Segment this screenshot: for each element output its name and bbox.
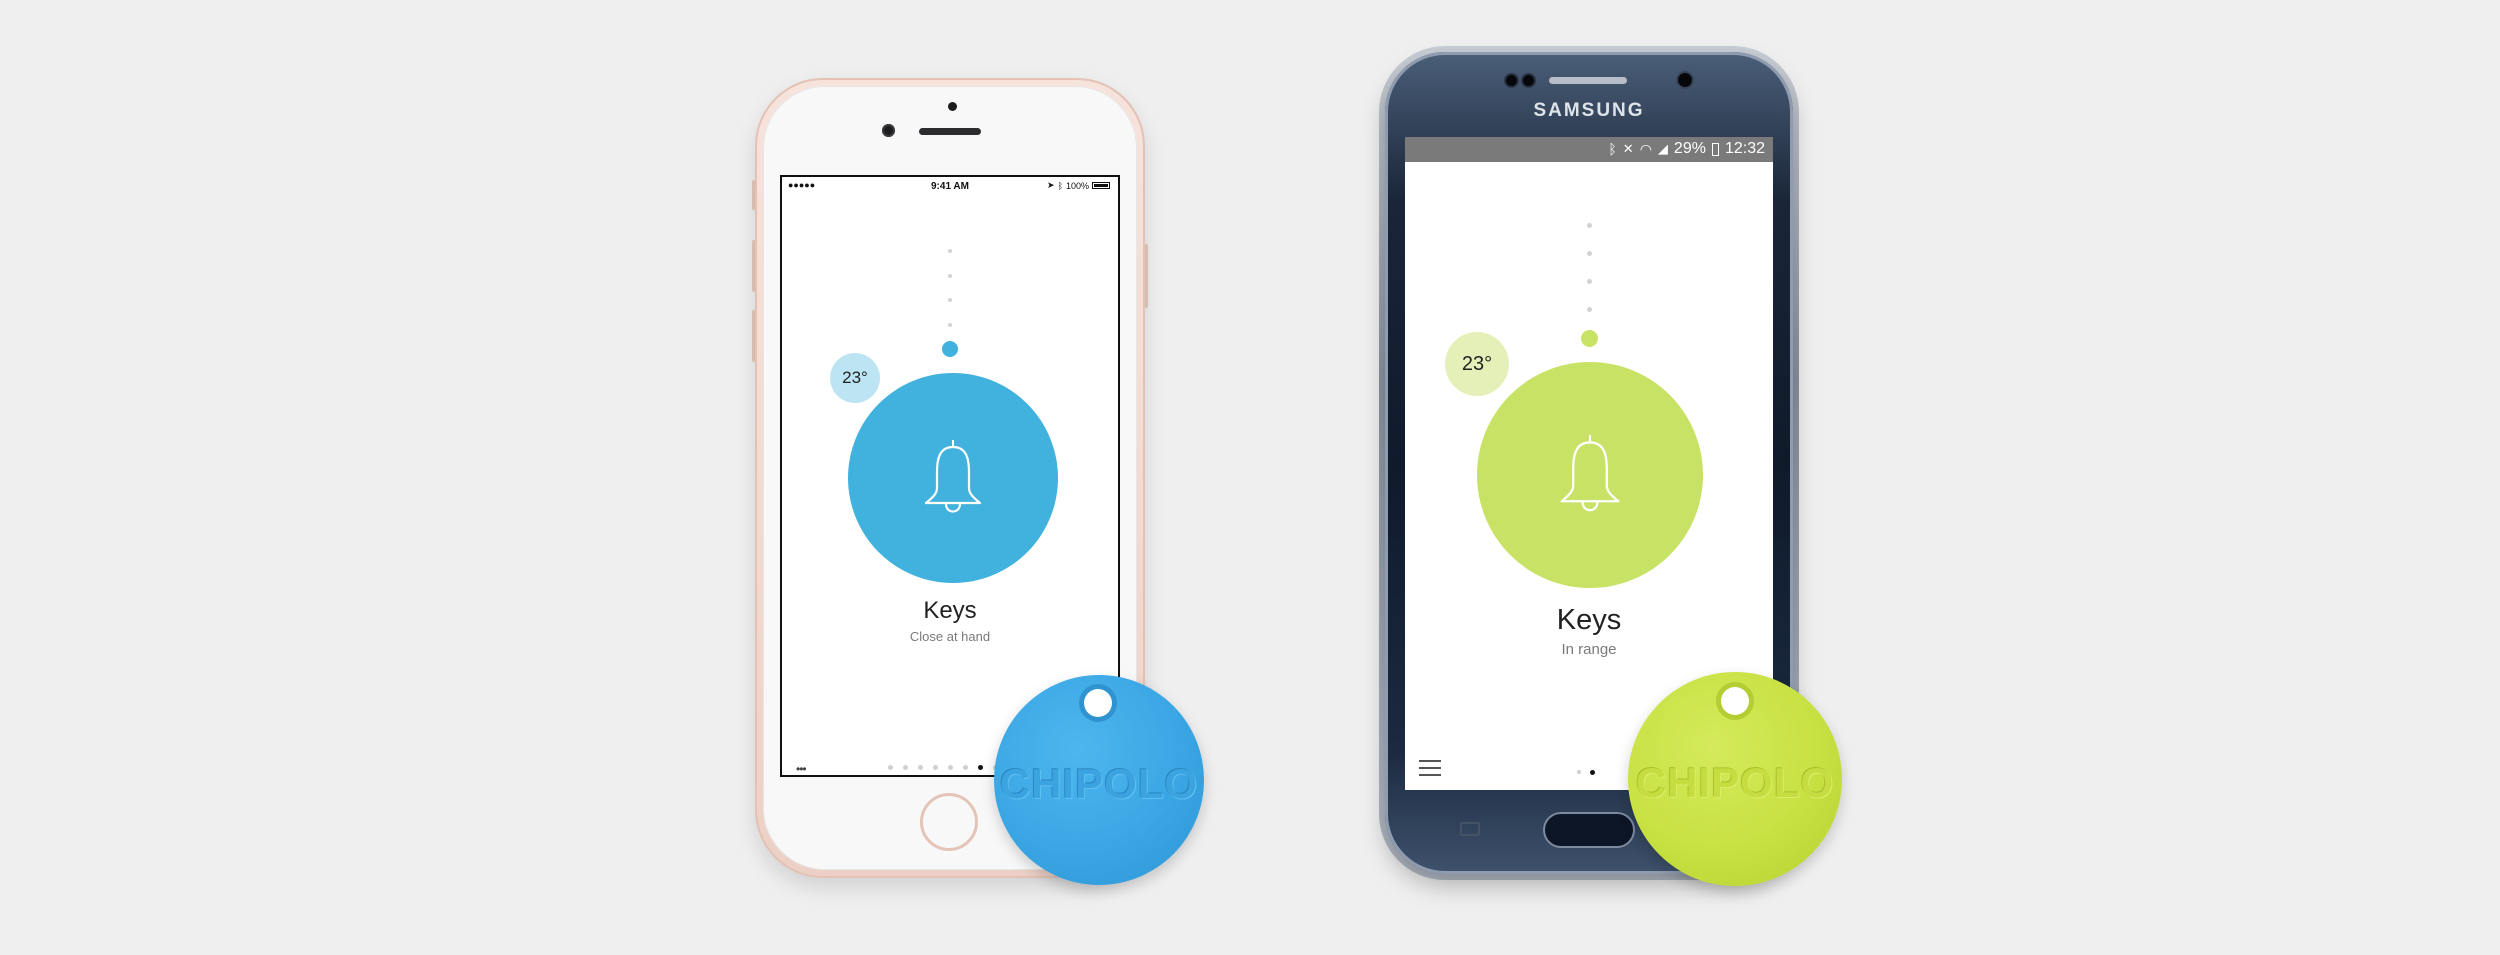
item-name: Keys: [923, 597, 977, 624]
wifi-icon: ◠: [1639, 140, 1652, 157]
iphone-proximity-sensor: [948, 102, 957, 111]
distance-indicator-dot: [1581, 330, 1598, 347]
samsung-front-camera: [1678, 73, 1692, 87]
bell-icon: [924, 440, 982, 513]
signal-icon: ◢: [1657, 141, 1668, 156]
distance-trail-dot: [1587, 307, 1592, 312]
temperature-label: 23°: [842, 368, 868, 387]
iphone-earpiece: [919, 128, 981, 135]
battery-icon: [1711, 142, 1719, 156]
distance-trail-dot: [948, 274, 952, 278]
ring-button[interactable]: [1477, 362, 1703, 588]
samsung-logo: SAMSUNG: [1533, 100, 1645, 121]
samsung-home-button[interactable]: [1543, 812, 1635, 848]
item-name: Keys: [1556, 604, 1622, 636]
temperature-bubble: 23°: [830, 353, 880, 403]
page-dot[interactable]: [903, 765, 908, 770]
samsung-sensor: [1506, 75, 1517, 86]
android-battery-percent: 29%: [1673, 140, 1706, 157]
samsung-earpiece: [1549, 77, 1627, 84]
mute-icon: ✕: [1622, 141, 1634, 156]
tag-keyring-hole: [1084, 689, 1112, 717]
recent-apps-key[interactable]: [1460, 822, 1480, 836]
iphone-front-camera: [882, 124, 895, 137]
samsung-sensor: [1523, 75, 1534, 86]
distance-indicator-dot: [942, 341, 958, 357]
hamburger-menu-icon[interactable]: [1419, 760, 1441, 776]
page-dot[interactable]: [948, 765, 953, 770]
android-clock: 12:32: [1724, 140, 1765, 157]
temperature-bubble: 23°: [1445, 332, 1509, 396]
page-dot[interactable]: [888, 765, 893, 770]
more-menu-icon[interactable]: •••: [796, 762, 807, 775]
page-dot[interactable]: [933, 765, 938, 770]
blue-tag-logo: CHIPOLO: [999, 760, 1199, 807]
bell-icon: [1560, 435, 1620, 512]
ring-button[interactable]: [848, 373, 1058, 583]
page-indicator: [888, 765, 998, 770]
distance-trail-dot: [1587, 279, 1592, 284]
page-indicator: [1577, 770, 1595, 775]
distance-trail-dot: [948, 249, 952, 253]
location-icon: ➤: [1047, 180, 1055, 190]
ios-status-bar: ●●●●● 9:41 AM ➤ ᛒ 100%: [782, 177, 1118, 197]
bluetooth-icon: ᛒ: [1608, 141, 1617, 157]
page-dot-active[interactable]: [978, 765, 983, 770]
battery-icon: [1092, 182, 1110, 189]
iphone-home-button[interactable]: [920, 793, 978, 851]
page-dot[interactable]: [1577, 770, 1581, 774]
temperature-label: 23°: [1461, 352, 1493, 375]
page-dot-active[interactable]: [1590, 770, 1595, 775]
ios-battery-percent: 100%: [1065, 180, 1089, 191]
ios-status-right: ➤ ᛒ 100%: [1047, 180, 1110, 191]
item-status: Close at hand: [909, 629, 991, 644]
blue-chipolo-tag: CHIPOLO: [994, 675, 1204, 885]
distance-trail-dot: [1587, 251, 1592, 256]
green-tag-logo: CHIPOLO: [1635, 759, 1835, 806]
distance-trail-dot: [948, 323, 952, 327]
page-dot[interactable]: [963, 765, 968, 770]
distance-trail-dot: [1587, 223, 1592, 228]
android-status-bar: ᛒ ✕ ◠ ◢ 29% 12:32: [1405, 137, 1773, 162]
item-status: In range: [1561, 641, 1617, 658]
green-chipolo-tag: CHIPOLO: [1628, 672, 1842, 886]
bluetooth-icon: ᛒ: [1057, 180, 1063, 191]
distance-trail-dot: [948, 298, 952, 302]
android-status-right: ᛒ ✕ ◠ ◢ 29% 12:32: [1608, 140, 1765, 158]
tag-keyring-hole: [1721, 687, 1749, 715]
page-dot[interactable]: [918, 765, 923, 770]
